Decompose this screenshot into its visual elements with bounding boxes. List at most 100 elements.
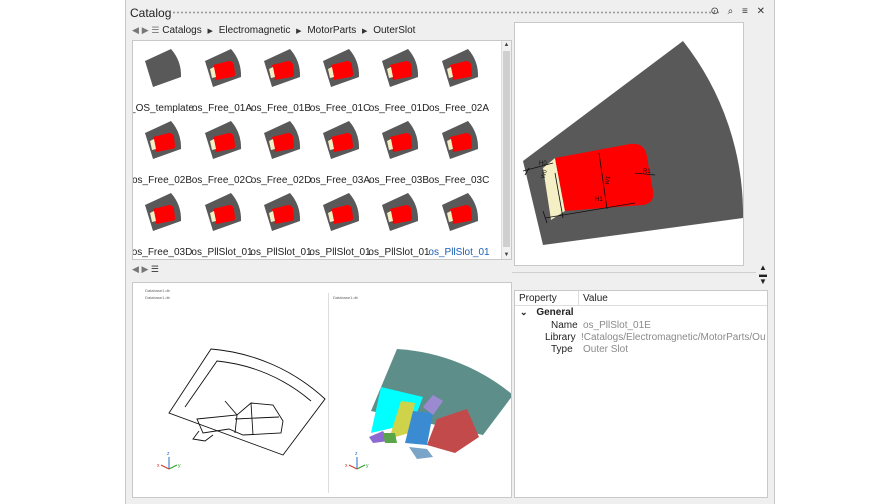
thumbnail-item[interactable]: os_Free_02D (251, 119, 311, 189)
slot-thumbnail-icon (264, 193, 301, 231)
property-value-library: !Catalogs/Electromagnetic/MotorParts/Out… (581, 332, 766, 343)
thumbnail-item[interactable]: os_Free_03A (310, 119, 370, 189)
back-arrow-icon[interactable]: ◀ (132, 25, 139, 35)
slot-thumbnail-icon (145, 49, 182, 87)
drag-grip[interactable] (172, 11, 720, 14)
slot-thumbnail-icon (382, 193, 419, 231)
group-general[interactable]: ⌄ General (520, 307, 574, 319)
slot-thumbnail-icon (442, 121, 479, 159)
thumbnail-item[interactable]: os_Free_01D (369, 47, 429, 117)
property-value-type: Outer Slot (583, 344, 629, 355)
property-key: Name (551, 320, 578, 331)
thumbnail-item[interactable]: os_PllSlot_01 (250, 191, 312, 259)
thumbnail-label: os_Free_03B (368, 175, 430, 186)
crumb-outerslot[interactable]: OuterSlot (373, 25, 415, 36)
thumbnail-item[interactable]: os_Free_02B (133, 119, 192, 189)
viewer-list-icon[interactable]: ☰ (151, 264, 159, 274)
axis-y-label: y (366, 463, 369, 469)
axis-z-label: z (167, 451, 170, 457)
collapse-chevron-icon[interactable]: ⌄ (520, 307, 528, 317)
property-row-type[interactable]: Type (551, 344, 573, 356)
slot-thumbnail-icon (205, 193, 242, 231)
thumbnail-item[interactable]: os_PllSlot_01 (428, 191, 490, 259)
axis-x-label: x (345, 463, 348, 469)
thumbnail-label: os_PllSlot_01 (250, 247, 312, 258)
property-row-name[interactable]: Name (551, 320, 578, 332)
axis-z-label: z (355, 451, 358, 457)
shaded-model (369, 349, 511, 459)
viewer-axes-left: z x y (157, 451, 181, 470)
slot-thumbnail-icon (264, 49, 301, 87)
viewer-back-icon[interactable]: ◀ (132, 264, 139, 274)
slot-preview-drawing: H0 W0 W1 H1 R1 (522, 41, 743, 245)
slot-thumbnail-icon (205, 121, 242, 159)
slot-thumbnail-icon (382, 121, 419, 159)
properties-table: Property Value ⌄ General Name os_PllSlot… (514, 290, 768, 498)
axis-x-label: x (157, 463, 160, 469)
thumbnail-label: os_Free_01A (191, 103, 253, 114)
viewer-axes-right: z x y (345, 451, 369, 470)
viewer-forward-icon[interactable]: ▶ (141, 264, 148, 274)
slot-thumbnail-icon (145, 193, 182, 231)
thumbnail-item[interactable]: os_Free_02A (429, 47, 489, 117)
property-row-library[interactable]: Library (545, 332, 576, 344)
scroll-thumb[interactable] (503, 51, 510, 247)
dim-h1: H1 (595, 197, 603, 203)
slot-thumbnail-icon (442, 49, 479, 87)
thumbnail-label: os_Free_03C (428, 175, 490, 186)
col-property[interactable]: Property (519, 293, 557, 304)
col-value[interactable]: Value (583, 293, 608, 304)
slot-thumbnail-icon (442, 193, 479, 231)
dim-h0: H0 (539, 161, 547, 167)
thumbnail-label: os_Free_02B (132, 175, 193, 186)
slot-thumbnail-icon (323, 49, 360, 87)
crumb-motorparts[interactable]: MotorParts (307, 25, 356, 36)
crumb-electromagnetic[interactable]: Electromagnetic (219, 25, 291, 36)
scroll-up-icon[interactable]: ▲ (502, 42, 511, 48)
crumb-separator-icon: ▶ (296, 27, 302, 35)
thumbnail-label: _OS_template (132, 103, 194, 114)
axis-y-label: y (178, 463, 181, 469)
thumbnail-item[interactable]: os_Free_03C (429, 119, 489, 189)
thumbnail-item[interactable]: os_Free_03B (369, 119, 429, 189)
thumbnail-item[interactable]: os_Free_02C (192, 119, 252, 189)
property-key: Library (545, 332, 576, 343)
viewer-drawings: z x y z x y (157, 348, 511, 470)
title-bar: Catalog ⊙ ⌕ ≡ ✕ (126, 0, 774, 24)
forward-arrow-icon[interactable]: ▶ (142, 25, 149, 35)
list-icon[interactable]: ☰ (151, 25, 159, 35)
thumbnail-item[interactable]: os_PllSlot_01 (191, 191, 253, 259)
wireframe-model (168, 348, 326, 456)
thumbnail-item[interactable]: os_PllSlot_01 (309, 191, 371, 259)
group-label: General (536, 307, 574, 318)
window-buttons[interactable]: ⊙ ⌕ ≡ ✕ (710, 6, 768, 17)
dim-r1: R1 (643, 169, 651, 175)
slot-thumbnail-icon (145, 121, 182, 159)
property-value-name: os_PllSlot_01E (583, 320, 651, 331)
thumbnail-label: os_Free_03D (132, 247, 193, 258)
slot-thumbnail-icon (264, 121, 301, 159)
horizontal-splitter[interactable] (512, 267, 766, 279)
grid-scrollbar[interactable]: ▲ ▼ (501, 41, 511, 259)
thumbnail-item[interactable]: _OS_template (133, 47, 194, 117)
catalog-panel: Catalog ⊙ ⌕ ≡ ✕ ◀ ▶ ☰ Catalogs ▶ Electro… (125, 0, 775, 504)
thumbnail-item[interactable]: os_Free_01A (192, 47, 252, 117)
thumbnail-label: os_PllSlot_01 (428, 247, 490, 258)
thumbnail-label: os_Free_02A (428, 103, 490, 114)
thumbnail-item[interactable]: os_Free_01B (251, 47, 311, 117)
slot-thumbnail-icon (323, 121, 360, 159)
crumb-separator-icon: ▶ (362, 27, 368, 35)
model-viewer: Database1.db Database1.db Database1.db z… (132, 282, 512, 498)
thumbnail-item[interactable]: os_Free_01C (310, 47, 370, 117)
crumb-catalogs[interactable]: Catalogs (162, 25, 201, 36)
thumbnail-label: os_Free_02D (250, 175, 312, 186)
slot-thumbnail-icon (323, 193, 360, 231)
thumbnail-item[interactable]: os_PllSlot_01 (368, 191, 430, 259)
property-key: Type (551, 344, 573, 355)
scroll-down-icon[interactable]: ▼ (502, 252, 511, 258)
thumbnail-label: os_PllSlot_01 (309, 247, 371, 258)
thumbnail-label: os_Free_01D (368, 103, 430, 114)
crumb-separator-icon: ▶ (207, 27, 213, 35)
thumbnail-item[interactable]: os_Free_03D (133, 191, 192, 259)
properties-header: Property Value (515, 291, 767, 306)
